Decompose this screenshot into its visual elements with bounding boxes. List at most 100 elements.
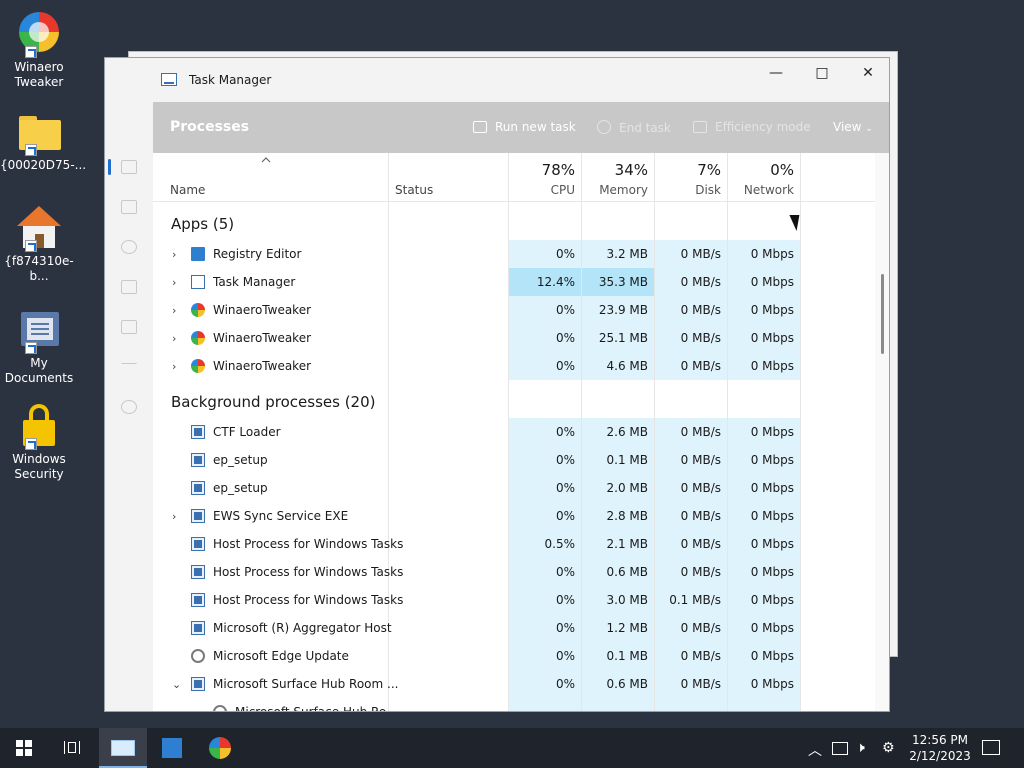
- documents-icon: [17, 308, 61, 354]
- taskbar-task-manager[interactable]: [99, 728, 147, 768]
- process-row[interactable]: Microsoft Edge Update 0% 0.1 MB 0 MB/s 0 Mbp…: [153, 642, 875, 670]
- gear-icon[interactable]: ⚙: [882, 740, 895, 756]
- notifications-button[interactable]: [982, 740, 1000, 755]
- desktop-icon-folder[interactable]: {00020D75-...: [0, 110, 86, 173]
- chevron-right-icon[interactable]: ›: [172, 360, 176, 373]
- leaf-icon: [693, 121, 707, 133]
- view-label: View: [833, 120, 862, 134]
- process-row[interactable]: CTF Loader 0% 2.6 MB 0 MB/s 0 Mbps: [153, 418, 875, 446]
- process-row[interactable]: › WinaeroTweaker 0% 4.6 MB 0 MB/s 0 Mbps: [153, 352, 875, 380]
- run-new-task-button[interactable]: Run new task: [473, 120, 576, 134]
- process-row[interactable]: › Task Manager 12.4% 35.3 MB 0 MB/s 0 Mbps: [153, 268, 875, 296]
- process-row[interactable]: ep_setup 0% 2.0 MB 0 MB/s 0 Mbps: [153, 474, 875, 502]
- process-net-cell: 0 Mbps: [728, 324, 800, 352]
- sidebar-item-users[interactable]: [121, 320, 137, 334]
- process-row[interactable]: › WinaeroTweaker 0% 25.1 MB 0 MB/s 0 Mbps: [153, 324, 875, 352]
- process-cpu-cell: 0%: [509, 670, 581, 698]
- process-name: ep_setup: [213, 453, 268, 467]
- process-row[interactable]: › WinaeroTweaker 0% 23.9 MB 0 MB/s 0 Mbps: [153, 296, 875, 324]
- volume-muted-icon[interactable]: 🕨: [856, 740, 865, 756]
- process-name-cell: › WinaeroTweaker: [153, 352, 388, 380]
- process-row[interactable]: Microsoft Surface Hub Ro...: [153, 698, 875, 711]
- sidebar-item-performance[interactable]: [121, 200, 137, 214]
- group-header-background[interactable]: Background processes (20): [171, 393, 376, 411]
- clock[interactable]: 12:56 PM 2/12/2023: [900, 732, 980, 764]
- taskbar-registry-editor[interactable]: [148, 728, 196, 768]
- task-view-button[interactable]: [48, 728, 96, 768]
- process-net-cell: 0 Mbps: [728, 296, 800, 324]
- scrollbar-thumb[interactable]: [881, 274, 884, 354]
- task-manager-icon: [161, 73, 177, 86]
- window-icon: [191, 593, 205, 607]
- chevron-down-icon[interactable]: ⌄: [172, 678, 181, 691]
- sidebar-item-startup[interactable]: [121, 280, 137, 294]
- winaero-icon: [17, 12, 61, 58]
- gear-icon: [213, 705, 227, 711]
- maximize-button[interactable]: □: [799, 58, 845, 88]
- close-button[interactable]: ✕: [845, 58, 889, 88]
- process-row[interactable]: › Registry Editor 0% 3.2 MB 0 MB/s 0 Mbps: [153, 240, 875, 268]
- process-name-cell: ⌄ Microsoft Surface Hub Room ...: [153, 670, 398, 698]
- process-row[interactable]: Host Process for Windows Tasks 0.5% 2.1 MB…: [153, 530, 875, 558]
- process-name-cell: Microsoft (R) Aggregator Host: [153, 614, 392, 642]
- start-button[interactable]: [0, 728, 48, 768]
- desktop-icon-winaero[interactable]: Winaero Tweaker: [0, 12, 78, 90]
- group-header-apps[interactable]: Apps (5): [171, 215, 234, 233]
- process-cpu-cell: 0%: [509, 474, 581, 502]
- title-bar[interactable]: Task Manager — □ ✕: [105, 58, 889, 102]
- chevron-right-icon[interactable]: ›: [172, 276, 176, 289]
- desktop-icon-security[interactable]: Windows Security: [0, 404, 78, 482]
- sidebar-item-processes[interactable]: [121, 160, 137, 174]
- process-mem-cell: 2.8 MB: [582, 502, 654, 530]
- chevron-right-icon[interactable]: ›: [172, 510, 176, 523]
- network-icon[interactable]: [832, 742, 848, 755]
- process-name: ep_setup: [213, 481, 268, 495]
- chevron-right-icon[interactable]: ›: [172, 332, 176, 345]
- end-task-button[interactable]: End task: [597, 120, 671, 135]
- process-name-cell: › WinaeroTweaker: [153, 324, 388, 352]
- process-name: Host Process for Windows Tasks: [213, 593, 404, 607]
- process-name-cell: Host Process for Windows Tasks: [153, 530, 403, 558]
- sidebar-item-app-history[interactable]: [121, 240, 137, 254]
- process-cpu-cell: 0%: [509, 446, 581, 474]
- chevron-right-icon[interactable]: ›: [172, 304, 176, 317]
- sidebar-selection-indicator: [108, 159, 111, 175]
- column-header-name[interactable]: Name: [170, 183, 205, 197]
- end-task-icon: [597, 120, 611, 134]
- desktop-icon-documents[interactable]: My Documents: [0, 308, 78, 386]
- process-row[interactable]: Microsoft (R) Aggregator Host 0% 1.2 MB 0 M…: [153, 614, 875, 642]
- taskbar-winaero[interactable]: [196, 728, 244, 768]
- process-disk-cell: 0 MB/s: [655, 614, 727, 642]
- chevron-right-icon[interactable]: ›: [172, 248, 176, 261]
- desktop-icon-label: Windows Security: [12, 452, 66, 481]
- minimize-button[interactable]: —: [753, 58, 799, 88]
- process-mem-cell: 0.1 MB: [582, 642, 654, 670]
- sort-up-icon: [261, 157, 271, 163]
- task-manager-window: Task Manager — □ ✕ Processes Run new tas…: [104, 57, 890, 712]
- process-name: Registry Editor: [213, 247, 302, 261]
- process-name: WinaeroTweaker: [213, 303, 312, 317]
- disk-percent: 7%: [697, 161, 721, 179]
- process-cpu-cell: 0%: [509, 586, 581, 614]
- process-net-cell: 0 Mbps: [728, 558, 800, 586]
- process-row[interactable]: Host Process for Windows Tasks 0% 0.6 MB 0 …: [153, 558, 875, 586]
- taskbar: ︿ 🕨 ⚙ 12:56 PM 2/12/2023: [0, 728, 1024, 768]
- sidebar-item-services[interactable]: [121, 400, 137, 414]
- desktop-icon-home[interactable]: {f874310e-b...: [0, 206, 78, 284]
- chevron-up-icon[interactable]: ︿: [808, 740, 822, 760]
- network-label: Network: [743, 183, 794, 197]
- process-row[interactable]: ⌄ Microsoft Surface Hub Room ... 0% 0.6 MB 0…: [153, 670, 875, 698]
- desktop-icon-label: {f874310e-b...: [4, 254, 74, 283]
- process-row[interactable]: › EWS Sync Service EXE 0% 2.8 MB 0 MB/s 0 Mbp…: [153, 502, 875, 530]
- sidebar-item-details[interactable]: [121, 360, 137, 364]
- column-header-status[interactable]: Status: [395, 183, 433, 197]
- minimize-icon: —: [769, 65, 783, 81]
- process-row[interactable]: ep_setup 0% 0.1 MB 0 MB/s 0 Mbps: [153, 446, 875, 474]
- processes-page: Processes Run new task End task Efficien…: [153, 102, 889, 711]
- process-disk-cell: 0 MB/s: [655, 296, 727, 324]
- view-button[interactable]: View ⌄: [833, 120, 873, 134]
- process-disk-cell: 0 MB/s: [655, 530, 727, 558]
- process-row[interactable]: Host Process for Windows Tasks 0% 3.0 MB 0.…: [153, 586, 875, 614]
- window-icon: [191, 425, 205, 439]
- efficiency-mode-button[interactable]: Efficiency mode: [693, 120, 811, 134]
